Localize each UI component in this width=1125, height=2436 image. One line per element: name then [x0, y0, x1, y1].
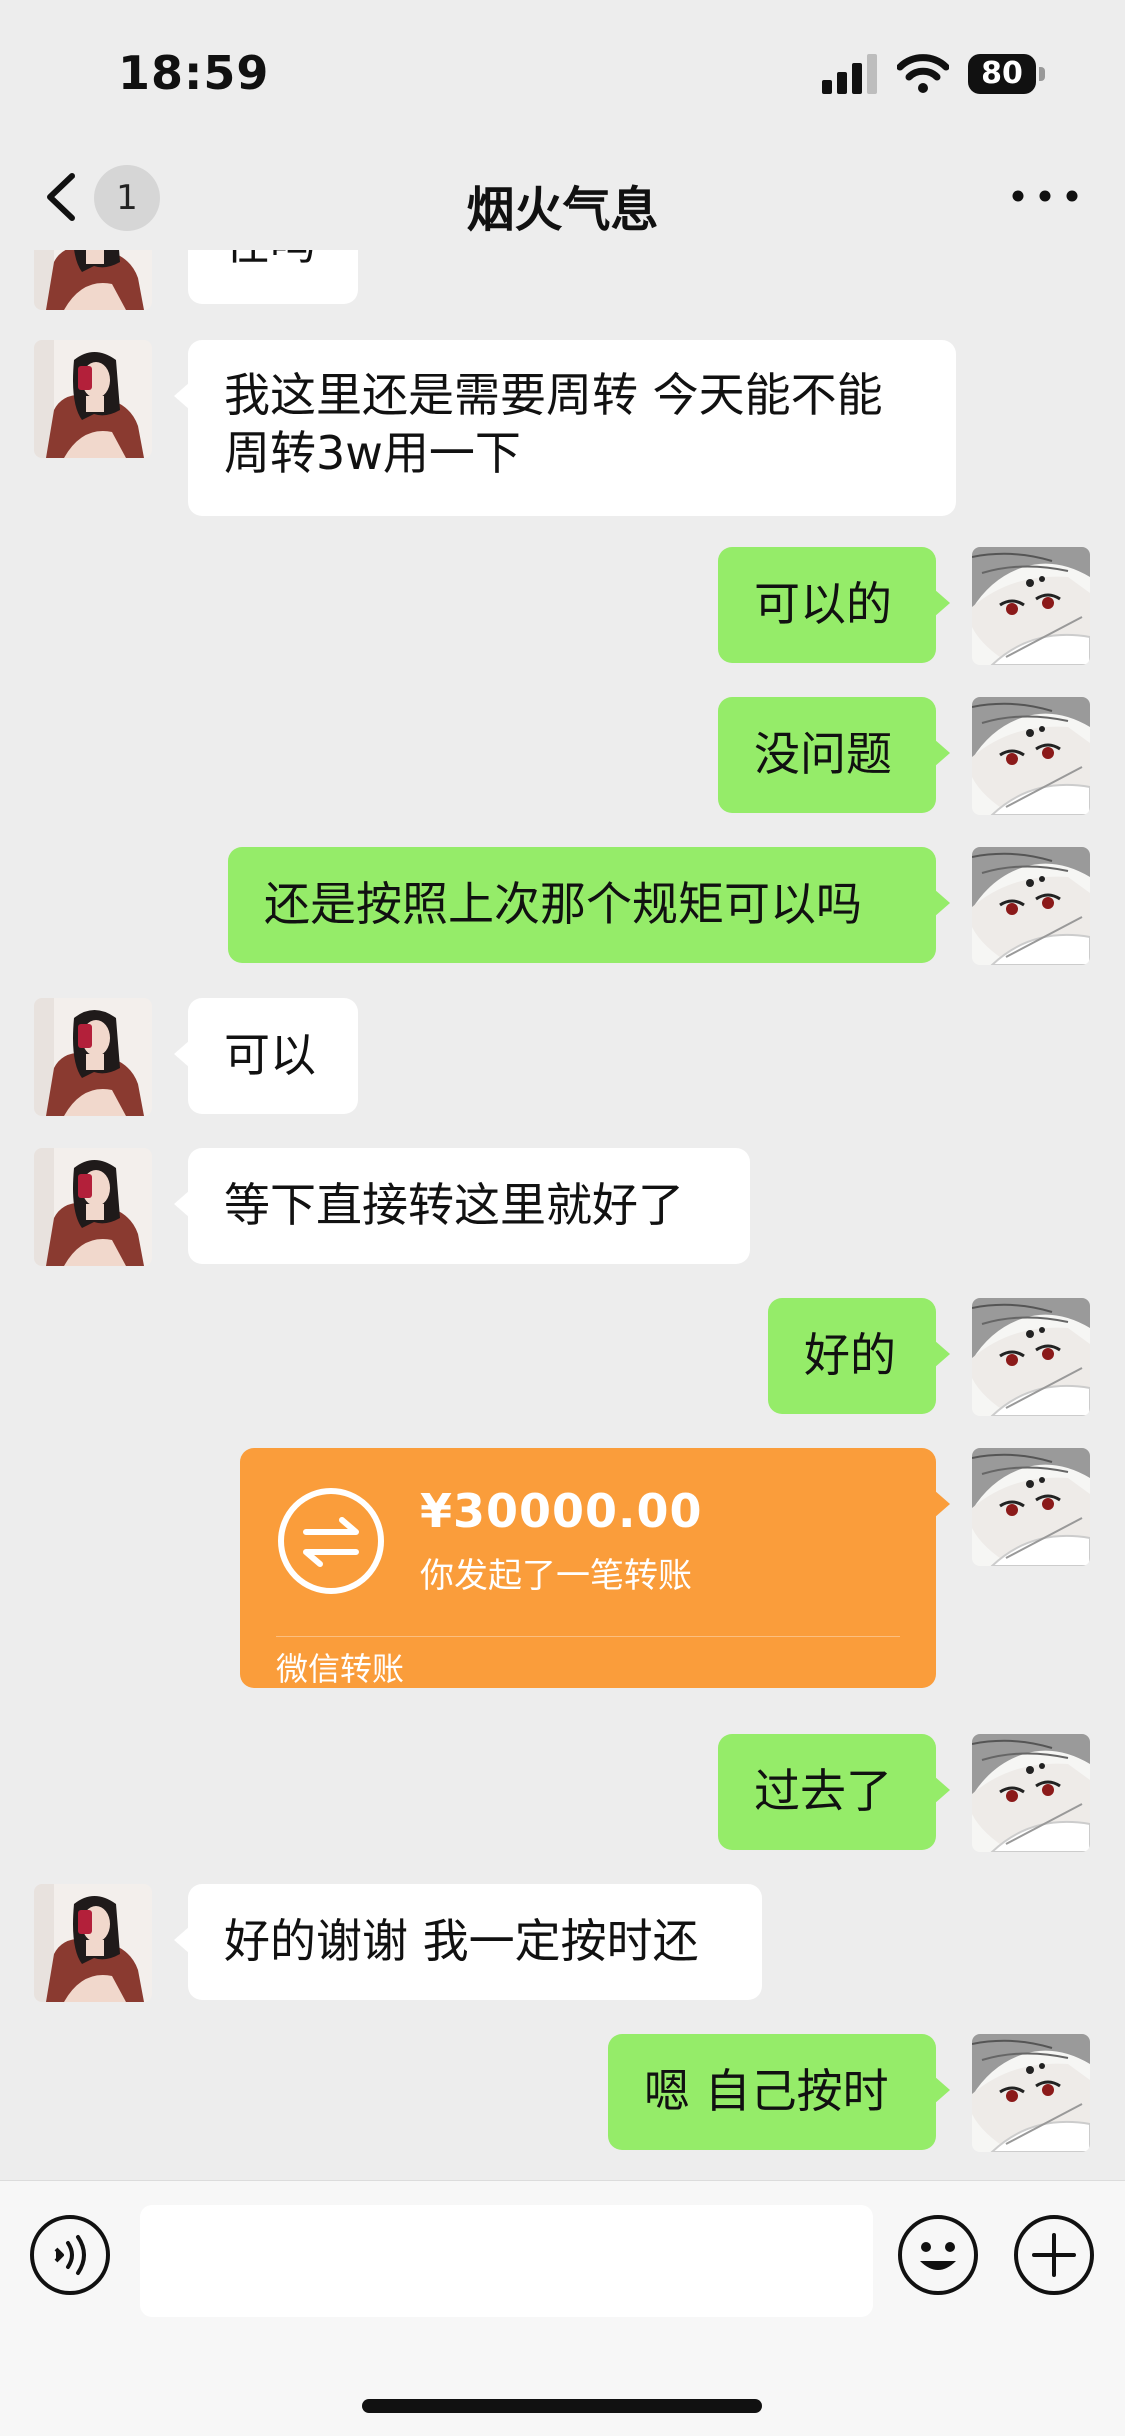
message-bubble-outgoing[interactable]: 嗯 自己按时 — [608, 2034, 950, 2150]
home-indicator[interactable] — [362, 2399, 762, 2413]
self-avatar[interactable] — [972, 1734, 1090, 1852]
contact-avatar[interactable] — [34, 1148, 152, 1266]
message-text-line: 周转3w用一下 — [224, 426, 521, 480]
self-avatar[interactable] — [972, 1298, 1090, 1416]
wifi-icon — [897, 54, 949, 93]
message-bubble-incoming[interactable]: 在吗 — [188, 250, 358, 304]
message-bubble-incoming[interactable]: 好的谢谢 我一定按时还 — [174, 1884, 762, 2000]
message-bubble-outgoing[interactable]: 可以的 — [718, 547, 950, 663]
plus-icon[interactable] — [1012, 2213, 1096, 2297]
self-avatar[interactable] — [972, 847, 1090, 965]
transfer-label: 微信转账 — [276, 1650, 405, 1688]
message-bubble-outgoing[interactable]: 没问题 — [718, 697, 950, 813]
voice-input-icon[interactable] — [28, 2213, 112, 2297]
message-bubble-outgoing[interactable]: 还是按照上次那个规矩可以吗 — [228, 847, 950, 963]
battery-level: 80 — [968, 54, 1036, 94]
message-bubble-incoming[interactable]: 等下直接转这里就好了 — [174, 1148, 750, 1264]
status-time: 18:59 — [118, 46, 270, 100]
message-bubble-outgoing[interactable]: 过去了 — [718, 1734, 950, 1850]
nav-bar: 1 烟火气息 — [0, 140, 1125, 250]
chat-messages[interactable]: 在吗 我这里还是需要周转 今天能不能 周转3w用一下 可以的 没问题 还是按照上… — [0, 250, 1125, 2180]
cellular-signal-icon — [822, 54, 877, 94]
transfer-card[interactable]: ¥30000.00 你发起了一笔转账 微信转账 — [240, 1448, 950, 1688]
battery-icon: 80 — [968, 54, 1046, 94]
transfer-description: 你发起了一笔转账 — [420, 1556, 692, 1596]
more-options-icon[interactable] — [1010, 186, 1080, 206]
transfer-divider — [276, 1636, 900, 1637]
contact-avatar[interactable] — [34, 998, 152, 1116]
input-bar — [0, 2180, 1125, 2436]
message-input[interactable] — [140, 2205, 873, 2317]
contact-avatar[interactable] — [34, 250, 152, 310]
transfer-arrows-icon — [278, 1488, 384, 1594]
contact-avatar[interactable] — [34, 1884, 152, 2002]
chat-title: 烟火气息 — [466, 182, 659, 238]
self-avatar[interactable] — [972, 1448, 1090, 1566]
status-bar: 18:59 80 — [0, 0, 1125, 140]
message-text-line: 我这里还是需要周转 今天能不能 — [224, 368, 883, 422]
message-bubble-incoming[interactable]: 我这里还是需要周转 今天能不能 周转3w用一下 — [174, 340, 956, 516]
self-avatar[interactable] — [972, 697, 1090, 815]
message-bubble-incoming[interactable]: 可以 — [174, 998, 358, 1114]
transfer-amount: ¥30000.00 — [420, 1484, 703, 1538]
contact-avatar[interactable] — [34, 340, 152, 458]
emoji-icon[interactable] — [896, 2213, 980, 2297]
self-avatar[interactable] — [972, 2034, 1090, 2152]
message-bubble-outgoing[interactable]: 好的 — [768, 1298, 950, 1414]
self-avatar[interactable] — [972, 547, 1090, 665]
